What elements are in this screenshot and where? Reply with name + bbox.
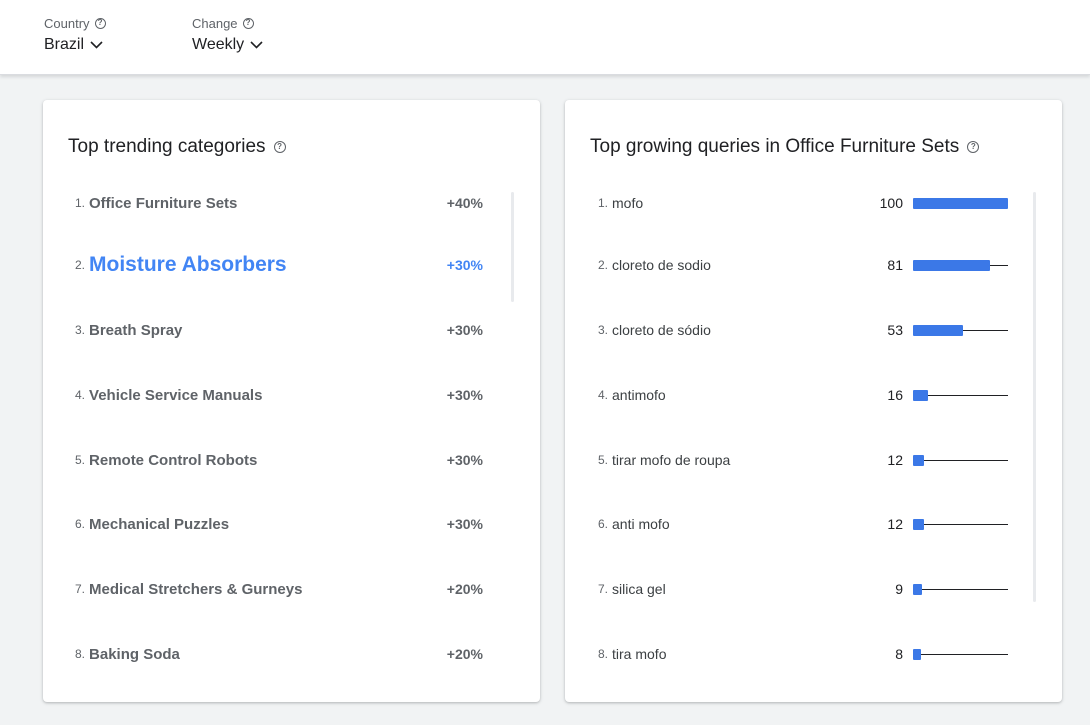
category-change: +20% (446, 646, 483, 662)
category-name: Medical Stretchers & Gurneys (89, 580, 303, 598)
category-rank: 5. (75, 453, 86, 467)
change-filter[interactable]: Change ? Weekly (192, 14, 263, 54)
query-name: anti mofo (612, 516, 670, 532)
category-rank: 3. (75, 323, 86, 337)
category-name: Baking Soda (89, 645, 180, 663)
category-row[interactable]: 7. Medical Stretchers & Gurneys +20% (43, 569, 540, 609)
query-value: 12 (887, 516, 903, 532)
category-rank: 8. (75, 647, 86, 661)
trending-categories-card: Top trending categories ? 1. Office Furni… (43, 100, 540, 702)
scrollbar[interactable] (1033, 192, 1036, 602)
value-bar (913, 518, 924, 530)
category-row[interactable]: 4. Vehicle Service Manuals +30% (43, 375, 540, 415)
category-row[interactable]: 3. Breath Spray +30% (43, 310, 540, 350)
value-bar (913, 648, 921, 660)
query-rank: 3. (598, 323, 609, 337)
category-row[interactable]: 6. Mechanical Puzzles +30% (43, 504, 540, 544)
value-track (913, 460, 1008, 461)
category-name: Mechanical Puzzles (89, 515, 230, 533)
value-bar (913, 197, 1008, 209)
help-icon[interactable]: ? (242, 17, 254, 29)
query-row[interactable]: 8. tira mofo 8 (565, 634, 1062, 674)
query-row[interactable]: 5. tirar mofo de roupa 12 (565, 440, 1062, 480)
query-value: 12 (887, 452, 903, 468)
chevron-down-icon (250, 41, 263, 49)
value-bar (913, 583, 922, 595)
query-value: 9 (895, 581, 903, 597)
value-track (913, 654, 1008, 655)
query-name: tirar mofo de roupa (612, 452, 731, 468)
chevron-down-icon (90, 41, 103, 49)
query-value: 100 (879, 195, 903, 211)
query-rank: 8. (598, 647, 609, 661)
category-name: Breath Spray (89, 321, 183, 339)
query-name: mofo (612, 195, 644, 211)
query-row[interactable]: 4. antimofo 16 (565, 375, 1062, 415)
category-change: +30% (446, 322, 483, 338)
query-rank: 7. (598, 582, 609, 596)
query-value: 8 (895, 646, 903, 662)
category-row[interactable]: 1. Office Furniture Sets +40% (43, 183, 540, 223)
query-rank: 1. (598, 196, 609, 210)
help-icon[interactable]: ? (273, 141, 286, 153)
category-change: +20% (446, 581, 483, 597)
query-value: 81 (887, 257, 903, 273)
category-change: +30% (446, 452, 483, 468)
country-filter-value: Brazil (44, 36, 85, 53)
category-rank: 6. (75, 517, 86, 531)
change-filter-value: Weekly (192, 36, 245, 53)
query-value: 53 (887, 322, 903, 338)
category-name: Remote Control Robots (89, 451, 258, 469)
change-filter-label: Change (192, 15, 238, 31)
query-name: cloreto de sodio (612, 257, 711, 273)
query-rank: 2. (598, 258, 609, 272)
category-row[interactable]: 8. Baking Soda +20% (43, 634, 540, 674)
category-change: +30% (446, 257, 483, 273)
query-row[interactable]: 6. anti mofo 12 (565, 504, 1062, 544)
scrollbar[interactable] (511, 192, 514, 302)
category-row[interactable]: 2. Moisture Absorbers +30% (43, 245, 540, 285)
category-change: +30% (446, 516, 483, 532)
category-rank: 7. (75, 582, 86, 596)
query-rank: 4. (598, 388, 609, 402)
category-change: +30% (446, 387, 483, 403)
category-rank: 1. (75, 196, 86, 210)
growing-queries-card: Top growing queries in Office Furniture … (565, 100, 1062, 702)
value-bar (913, 454, 924, 466)
query-row[interactable]: 7. silica gel 9 (565, 569, 1062, 609)
value-track (913, 589, 1008, 590)
value-bar (913, 259, 990, 271)
value-bar (913, 324, 963, 336)
category-rank: 2. (75, 258, 86, 272)
category-name: Vehicle Service Manuals (89, 386, 263, 404)
query-name: tira mofo (612, 646, 667, 662)
query-row[interactable]: 2. cloreto de sodio 81 (565, 245, 1062, 285)
card-title: Top trending categories (68, 136, 266, 157)
category-name: Moisture Absorbers (89, 253, 287, 276)
category-rank: 4. (75, 388, 86, 402)
help-icon[interactable]: ? (94, 17, 106, 29)
filter-bar: Country ? Brazil Change ? Weekly (0, 0, 1090, 75)
query-rank: 5. (598, 453, 609, 467)
query-row[interactable]: 3. cloreto de sódio 53 (565, 310, 1062, 350)
card-title: Top growing queries in Office Furniture … (590, 136, 960, 157)
category-change: +40% (446, 195, 483, 211)
query-row[interactable]: 1. mofo 100 (565, 183, 1062, 223)
query-value: 16 (887, 387, 903, 403)
category-row[interactable]: 5. Remote Control Robots +30% (43, 440, 540, 480)
query-name: cloreto de sódio (612, 322, 711, 338)
query-name: antimofo (612, 387, 666, 403)
query-rank: 6. (598, 517, 609, 531)
country-filter-label: Country (44, 15, 90, 31)
value-bar (913, 389, 928, 401)
help-icon[interactable]: ? (967, 141, 980, 153)
country-filter[interactable]: Country ? Brazil (44, 14, 106, 54)
value-track (913, 524, 1008, 525)
query-name: silica gel (612, 581, 666, 597)
category-name: Office Furniture Sets (89, 194, 238, 212)
